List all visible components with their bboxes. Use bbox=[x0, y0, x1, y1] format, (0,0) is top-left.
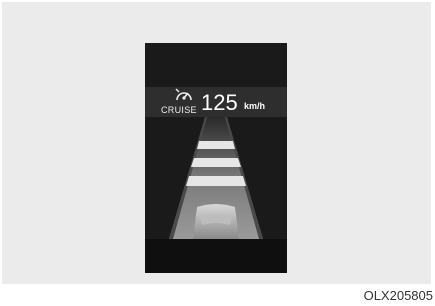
cruise-status-bar: CRUISE 125 km/h bbox=[145, 87, 287, 117]
speed-unit: km/h bbox=[244, 101, 266, 111]
set-speed-value: 125 bbox=[201, 90, 238, 115]
road-view bbox=[169, 117, 263, 239]
distance-bar-3 bbox=[186, 176, 246, 186]
image-code: OLX205805 bbox=[363, 288, 433, 303]
distance-bar-1 bbox=[197, 141, 235, 149]
cluster-display: CRUISE 125 km/h bbox=[145, 43, 287, 273]
display-bottom-bar bbox=[145, 239, 287, 273]
cruise-control-icon bbox=[175, 88, 192, 101]
cruise-label: CRUISE bbox=[161, 105, 197, 115]
distance-bar-2 bbox=[191, 158, 241, 167]
